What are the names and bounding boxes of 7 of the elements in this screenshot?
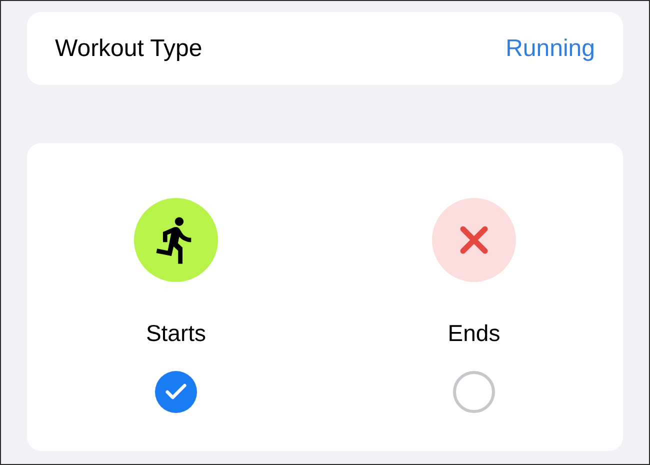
workout-type-label: Workout Type (55, 34, 202, 64)
option-radio[interactable] (155, 370, 197, 412)
workout-type-row[interactable]: Workout Type Running (27, 12, 623, 85)
option-label: Starts (146, 319, 206, 348)
option-label: Ends (448, 319, 500, 348)
workout-type-value: Running (506, 34, 595, 64)
option-radio[interactable] (453, 370, 495, 412)
